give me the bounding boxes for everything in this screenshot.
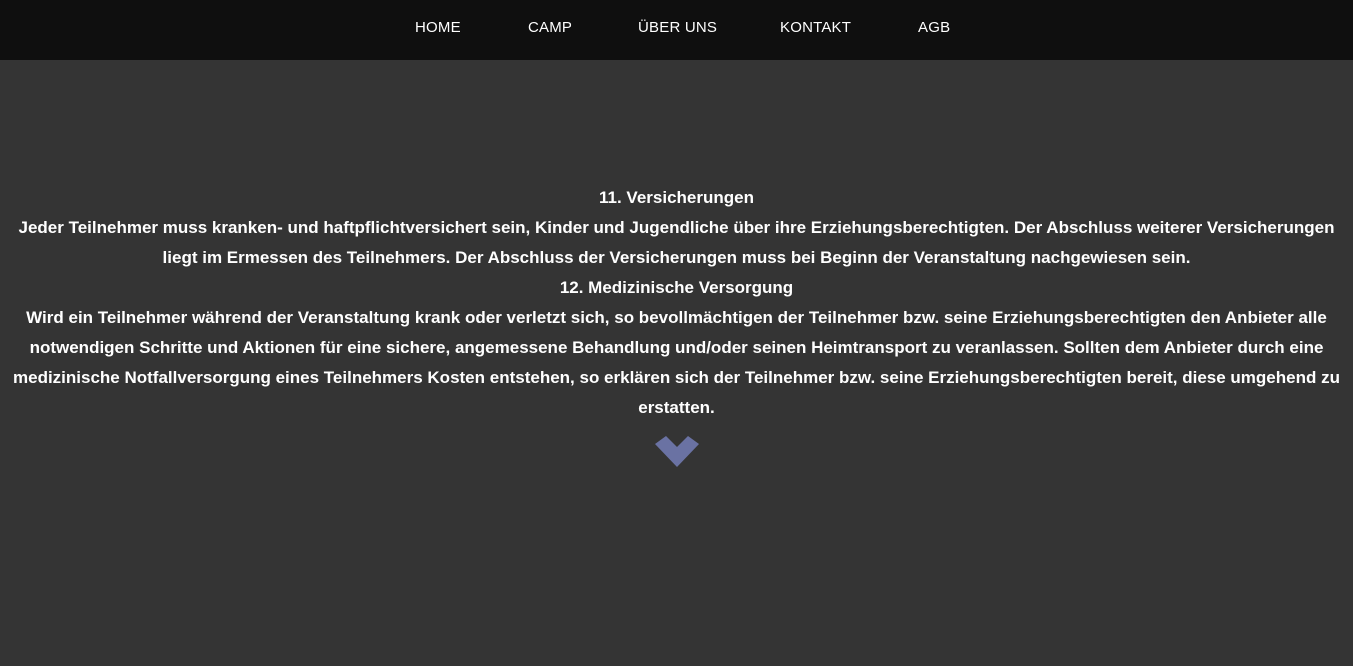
nav-item-ueber-uns[interactable]: ÜBER UNS — [638, 19, 717, 36]
top-navigation: HOME CAMP ÜBER UNS KONTAKT AGB — [0, 0, 1353, 60]
scroll-down-button[interactable] — [653, 433, 701, 473]
section-12-text: Wird ein Teilnehmer während der Veransta… — [13, 308, 1340, 417]
section-12-title: 12. Medizinische Versorgung — [559, 278, 794, 297]
nav-item-home[interactable]: HOME — [415, 19, 461, 36]
agb-content: 11. Versicherungen Jeder Teilnehmer muss… — [0, 183, 1353, 423]
nav-item-camp[interactable]: CAMP — [528, 19, 572, 36]
nav-item-agb[interactable]: AGB — [918, 19, 950, 36]
chevron-down-icon — [655, 436, 699, 467]
section-11-text: Jeder Teilnehmer muss kranken- und haftp… — [18, 218, 1335, 267]
section-11-title: 11. Versicherungen — [599, 188, 754, 207]
nav-item-kontakt[interactable]: KONTAKT — [780, 19, 851, 36]
